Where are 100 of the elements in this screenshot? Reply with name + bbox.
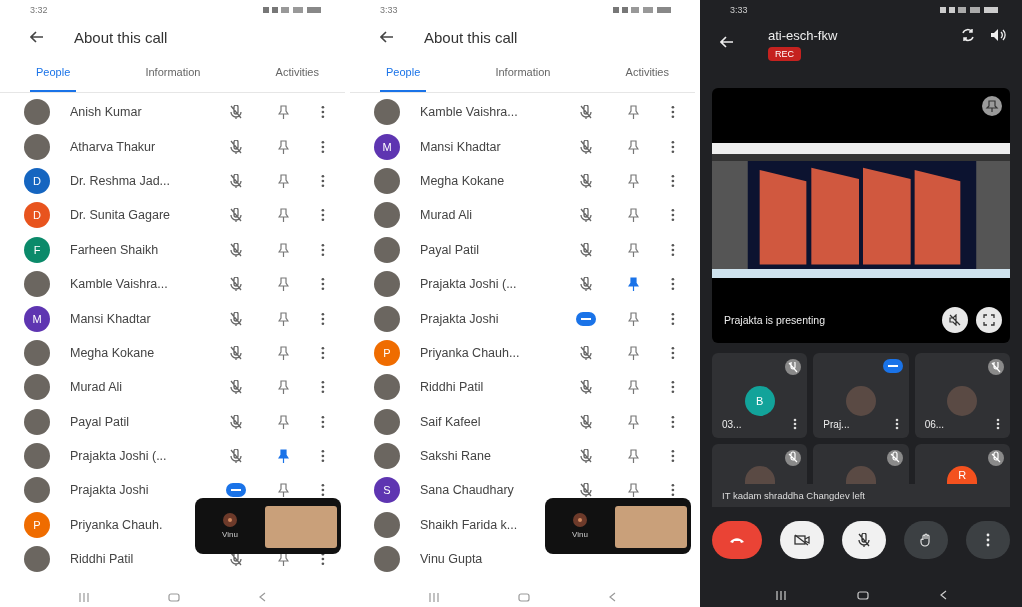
participant-tile[interactable] (712, 444, 808, 484)
screen-title: About this call (74, 28, 168, 46)
avatar-photo-placeholder (24, 133, 50, 160)
letter-avatar: M (24, 305, 50, 332)
pip-avatar-icon (223, 513, 237, 527)
more-options-icon[interactable] (321, 380, 325, 395)
tab[interactable]: Activities (619, 54, 675, 92)
back-arrow-icon[interactable] (30, 31, 44, 43)
letter-avatar: M (374, 133, 400, 160)
pip-avatar-icon (573, 513, 587, 527)
mic-off-button[interactable] (842, 520, 886, 559)
more-options-icon[interactable] (321, 105, 325, 120)
more-options-icon[interactable] (321, 208, 325, 223)
shared-screen-thumbnail (265, 506, 337, 548)
more-options-icon[interactable] (321, 449, 325, 464)
pin-icon[interactable] (982, 96, 1002, 116)
participant-tile[interactable]: Praj... (813, 353, 909, 438)
participant-name: Murad Ali (70, 380, 124, 395)
more-options-icon[interactable] (321, 242, 325, 257)
more-options-icon[interactable] (321, 345, 325, 360)
avatar-photo-placeholder (374, 99, 400, 126)
mic-off-icon (886, 450, 903, 466)
tab[interactable]: Information (139, 54, 207, 92)
more-options-icon[interactable] (996, 418, 1000, 430)
more-options-icon[interactable] (671, 345, 675, 360)
picture-in-picture-window[interactable]: Vinu (195, 498, 341, 554)
speaking-indicator-icon[interactable] (576, 311, 597, 326)
more-options-icon[interactable] (321, 173, 325, 188)
mic-off-icon (988, 450, 1004, 466)
more-options-button[interactable] (966, 520, 1010, 559)
tab[interactable]: People (30, 54, 77, 92)
status-icons (263, 6, 323, 14)
participant-name: Mansi Khadtar (420, 139, 502, 154)
mic-off-icon (785, 450, 802, 466)
meeting-code[interactable]: ati-esch-fkw (768, 28, 838, 43)
more-options-icon[interactable] (671, 173, 675, 188)
participant-name: Kamble Vaishra... (420, 105, 519, 120)
home-icon[interactable] (856, 590, 869, 600)
more-options-icon[interactable] (671, 277, 675, 292)
switch-camera-icon[interactable] (960, 28, 976, 42)
status-time: 3:33 (730, 5, 748, 15)
more-options-icon[interactable] (671, 139, 675, 154)
participant-name: Sana Chaudhary (420, 483, 515, 498)
avatar-photo-placeholder (374, 167, 400, 194)
picture-in-picture-window[interactable]: Vinu (545, 498, 691, 554)
participant-tile[interactable]: R (914, 444, 1010, 484)
more-options-icon[interactable] (671, 414, 675, 429)
avatar-photo-placeholder (374, 236, 400, 263)
participant-name: Prajakta Joshi (420, 311, 500, 326)
tab[interactable]: Information (489, 54, 557, 92)
mute-presentation-button[interactable] (942, 307, 968, 333)
more-options-icon[interactable] (894, 418, 899, 430)
more-options-icon[interactable] (793, 418, 798, 430)
participant-name: Priyanka Chauh. (70, 517, 164, 532)
mic-off-icon[interactable] (230, 552, 243, 567)
participant-tile[interactable]: 06... (914, 353, 1010, 438)
more-options-icon[interactable] (671, 105, 675, 120)
more-options-icon[interactable] (321, 277, 325, 292)
back-arrow-icon[interactable] (380, 31, 394, 43)
more-options-icon[interactable] (321, 414, 325, 429)
raise-hand-button[interactable] (904, 520, 948, 559)
participant-tile[interactable] (813, 444, 909, 484)
participant-name: Shaikh Farida k... (420, 517, 519, 532)
more-options-icon[interactable] (671, 483, 675, 498)
avatar-photo-placeholder (24, 408, 50, 435)
fullscreen-icon (983, 314, 995, 326)
pin-icon[interactable] (278, 552, 289, 567)
end-call-button[interactable] (712, 520, 762, 559)
participant-name: Megha Kokane (70, 345, 156, 360)
avatar-photo-placeholder (24, 374, 50, 401)
speaker-icon[interactable] (990, 28, 1006, 42)
letter-avatar: D (24, 167, 50, 194)
avatar-photo-placeholder (374, 546, 400, 573)
camera-off-icon (794, 533, 810, 546)
more-options-icon[interactable] (671, 208, 675, 223)
avatar-photo-placeholder (24, 477, 50, 504)
more-options-icon[interactable] (671, 242, 675, 257)
tab[interactable]: Activities (269, 54, 325, 92)
participant-name: Kamble Vaishra... (70, 277, 169, 292)
more-options-icon[interactable] (671, 311, 675, 326)
tab[interactable]: People (380, 54, 427, 92)
avatar-photo-placeholder (846, 466, 876, 484)
back-icon[interactable] (939, 590, 947, 600)
avatar-photo-placeholder (24, 271, 50, 298)
notification-toast: IT kadam shraddha Changdev left (712, 484, 1010, 507)
more-options-icon[interactable] (321, 139, 325, 154)
letter-avatar: P (374, 339, 400, 366)
recent-apps-icon[interactable] (775, 590, 786, 600)
more-options-icon[interactable] (321, 311, 325, 326)
camera-off-button[interactable] (780, 520, 824, 559)
speaking-indicator-icon[interactable] (226, 483, 247, 498)
participant-name: 06... (924, 418, 945, 430)
pip-participant-name: Vinu (222, 530, 238, 539)
more-options-icon[interactable] (321, 483, 325, 498)
participant-name: Dr. Sunita Gagare (70, 208, 172, 223)
more-options-icon[interactable] (671, 380, 675, 395)
participant-tile[interactable]: B 03... (712, 353, 808, 438)
shared-screen-thumbnail (615, 506, 687, 548)
more-options-icon[interactable] (671, 449, 675, 464)
fullscreen-button[interactable] (976, 307, 1002, 333)
